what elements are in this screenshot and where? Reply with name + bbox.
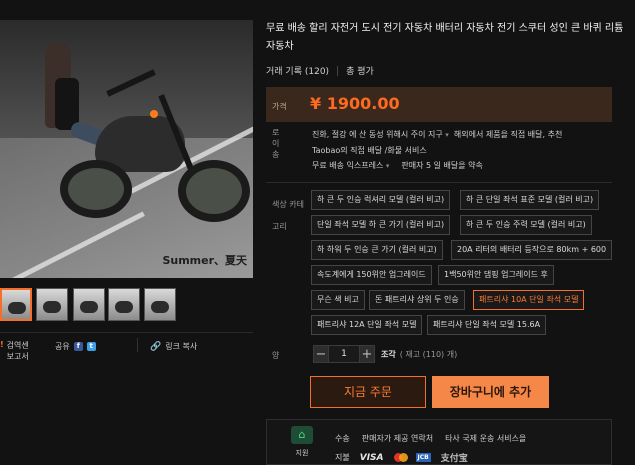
total-rating-link[interactable]: 총 평가 xyxy=(346,64,374,77)
support-icon: ⌂ xyxy=(291,426,313,444)
report-label-line2: 보고서 xyxy=(6,352,29,361)
report-button[interactable]: ! 검역센 보고서 xyxy=(0,340,29,362)
image-watermark-caption: Summer、夏天 xyxy=(162,254,247,267)
chevron-down-icon: ▾ xyxy=(385,162,390,170)
thumbnail-image xyxy=(43,301,61,313)
price-label: 가격 xyxy=(272,102,287,111)
payment-label: 지불 xyxy=(335,453,350,462)
report-label: 검역센 보고서 xyxy=(7,340,29,362)
facebook-icon[interactable]: f xyxy=(73,342,83,351)
shipping-origin-text: 진화, 절강 에 산 동성 위해시 주이 지구 xyxy=(312,130,443,139)
shipping-label: 로 이송 xyxy=(272,128,280,159)
shipping-method-text: 무료 배송 익스프레스 xyxy=(312,161,384,170)
option-7[interactable]: 1백50위안 댐핑 업그레이드 후 xyxy=(438,265,554,285)
thumbnail-image xyxy=(8,302,26,314)
option-11[interactable]: 패트리샤 12A 단일 좌석 모델 xyxy=(311,315,423,335)
thumbnail-image xyxy=(115,301,133,313)
thumbnail-5[interactable] xyxy=(144,288,176,321)
copy-link-button[interactable]: 🔗 링크 복사 xyxy=(150,341,197,352)
thumbnail-3[interactable] xyxy=(73,288,105,321)
option-3[interactable]: 하 큰 두 인승 주력 모델 (컬러 비고) xyxy=(460,215,592,235)
quantity-plus-button[interactable]: + xyxy=(359,345,375,363)
shipping-overseas-note: 해외에서 제품을 직접 배달, 추천 xyxy=(453,130,563,139)
thumbnail-4[interactable] xyxy=(108,288,140,321)
shipping-origin[interactable]: 진화, 절강 에 산 동성 위해시 주이 지구 ▾ xyxy=(312,130,449,139)
shipping-details: 진화, 절강 에 산 동성 위해시 주이 지구 ▾ 해외에서 제품을 직접 배달… xyxy=(312,127,635,159)
option-10-selected[interactable]: 패트리샤 10A 단일 좌석 모델 xyxy=(473,290,585,310)
thumbnail-strip xyxy=(0,288,253,324)
product-main-image[interactable]: Summer、夏天 xyxy=(0,20,253,278)
section-divider xyxy=(266,182,612,183)
color-category-label-line2: 고리 xyxy=(272,222,287,231)
copy-link-label: 링크 복사 xyxy=(165,342,198,351)
alipay-icon: 支付宝 xyxy=(440,454,468,464)
shipping-taobao-note: Taobao의 직접 배달 /화물 서비스 xyxy=(312,146,427,155)
twitter-icon[interactable]: t xyxy=(86,342,96,351)
visa-icon: VISA xyxy=(359,452,384,463)
product-stats: 거래 기록 (120) 총 평가 xyxy=(266,64,374,77)
service-intl-shipping: 타사 국제 운송 서비스을 xyxy=(445,434,527,443)
service-shipping-label: 수송 xyxy=(335,434,350,443)
support-badge: ⌂ 지원 xyxy=(287,426,317,460)
trade-record-count: (120) xyxy=(304,67,330,77)
option-1[interactable]: 하 큰 단일 좌석 표준 모델 (컬러 비고) xyxy=(460,190,600,210)
scooter-rear-wheel xyxy=(60,160,132,218)
quantity-input[interactable]: 1 xyxy=(329,345,359,363)
trade-record-label: 거래 기록 xyxy=(266,67,302,77)
add-to-cart-button[interactable]: 장바구니에 추가 xyxy=(432,376,549,408)
support-label: 지원 xyxy=(295,449,309,457)
scooter-handlebar xyxy=(106,69,156,97)
price-box: 가격 ¥ 1900.00 xyxy=(266,87,612,122)
option-4[interactable]: 하 하워 두 인승 큰 가기 (컬러 비고) xyxy=(311,240,443,260)
price-value: ¥ 1900.00 xyxy=(310,94,400,113)
service-panel: ⌂ 지원 수송 판매자가 제공 연락처 타사 국제 운송 서비스을 지불 VIS… xyxy=(266,419,612,465)
thumbnail-image xyxy=(80,301,98,313)
quantity-unit: 조각 xyxy=(381,349,396,359)
service-seller-contact: 판매자가 제공 연락처 xyxy=(361,434,434,443)
action-separator xyxy=(137,338,138,352)
option-5[interactable]: 20A 리터의 배터리 등작으로 80km + 600 xyxy=(451,240,613,260)
quantity-minus-button[interactable]: − xyxy=(313,345,329,363)
stats-separator xyxy=(337,65,339,76)
left-action-bar: ! 검역센 보고서 공유 f t 🔗 링크 복사 xyxy=(0,338,253,368)
mastercard-icon xyxy=(393,453,408,462)
trade-record-link[interactable]: 거래 기록 (120) xyxy=(266,64,329,77)
quantity-label: 양 xyxy=(272,351,280,360)
option-0[interactable]: 하 큰 두 인승 럭셔리 모델 (컬러 비고) xyxy=(311,190,451,210)
product-title: 무료 배송 할리 자전거 도시 전기 자동차 배터리 자동차 전기 스쿠터 성인… xyxy=(266,23,624,52)
thumbnail-image xyxy=(151,301,169,313)
color-category-label-line1: 색상 카테 xyxy=(272,200,304,209)
thumbnail-1[interactable] xyxy=(0,288,32,321)
thumbnail-2[interactable] xyxy=(36,288,68,321)
option-9[interactable]: 돈 패트리샤 상위 두 인승 xyxy=(369,290,465,310)
shipping-method-select[interactable]: 무료 배송 익스프레스 ▾ xyxy=(312,160,389,171)
report-label-line1: 검역센 xyxy=(6,341,29,350)
payment-line: 지불 VISA JCB 支付宝 xyxy=(335,451,470,465)
stock-count: ( 재고 (110) 개) xyxy=(399,349,458,359)
chevron-down-icon: ▾ xyxy=(445,131,449,139)
option-12[interactable]: 패트리샤 단일 좌석 모델 15.6A xyxy=(427,315,547,335)
left-divider xyxy=(0,332,253,333)
shipping-method: 무료 배송 익스프레스 ▾ 판매자 5 일 배달을 약속 xyxy=(312,160,483,171)
link-icon: 🔗 xyxy=(150,341,162,352)
warning-icon: ! xyxy=(0,340,4,349)
scooter-light xyxy=(150,110,158,118)
option-6[interactable]: 속도계에게 150위안 업그레이드 xyxy=(311,265,432,285)
share-group: 공유 f t xyxy=(55,341,96,352)
jcb-icon: JCB xyxy=(415,453,431,462)
quantity-stepper: − 1 + 조각 ( 재고 (110) 개) xyxy=(313,345,457,363)
option-2[interactable]: 단일 좌석 모델 하 큰 가기 (컬러 비고) xyxy=(311,215,451,235)
scooter-front-wheel xyxy=(178,160,250,222)
share-label: 공유 xyxy=(55,342,70,351)
option-8[interactable]: 무슨 색 비고 xyxy=(311,290,365,310)
buy-now-button[interactable]: 지금 주문 xyxy=(310,376,426,408)
shipping-service-line: 수송 판매자가 제공 연락처 타사 국제 운송 서비스을 xyxy=(335,433,526,444)
color-category-label: 색상 카테 고리 xyxy=(272,194,306,238)
delivery-promise: 판매자 5 일 배달을 약속 xyxy=(401,161,483,170)
